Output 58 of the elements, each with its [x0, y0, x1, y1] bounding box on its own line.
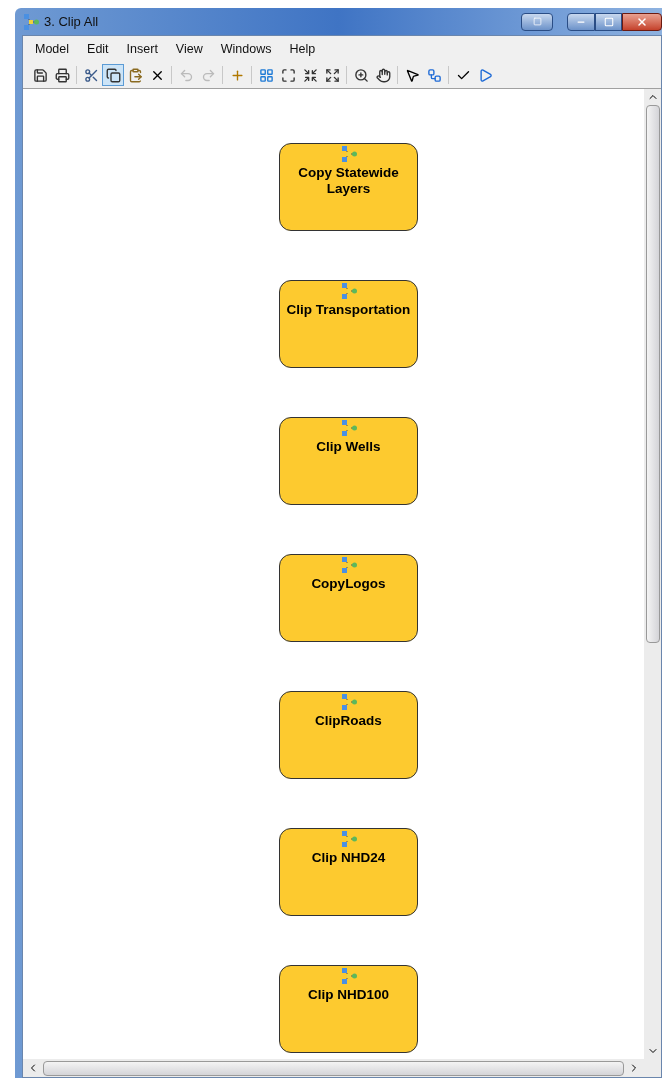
- pan-icon: [375, 67, 391, 83]
- minimize-button[interactable]: [567, 12, 595, 31]
- process-node[interactable]: Clip NHD24: [279, 828, 418, 916]
- add-data-icon: [229, 67, 245, 83]
- menu-item[interactable]: View: [175, 39, 203, 59]
- process-node[interactable]: ClipRoads: [279, 691, 418, 779]
- scroll-thumb[interactable]: [43, 1060, 624, 1076]
- node-label: Clip NHD24: [310, 850, 387, 866]
- window-button[interactable]: [521, 12, 553, 31]
- full-extent-icon: [280, 67, 296, 83]
- menu-item[interactable]: Insert: [126, 39, 158, 59]
- model-icon: [339, 967, 358, 985]
- printer-icon: [54, 67, 70, 83]
- shrink-icon: [302, 67, 318, 83]
- pointer-icon: [404, 67, 420, 83]
- node-label: Clip NHD100: [307, 987, 390, 1003]
- node-label: CopyLogos: [310, 576, 387, 592]
- node-label: ClipRoads: [314, 713, 383, 729]
- expand-icon: [324, 67, 340, 83]
- maximize-icon: [603, 16, 614, 27]
- save-icon: [32, 67, 48, 83]
- paste-icon: [127, 67, 143, 83]
- model-icon: [339, 693, 358, 711]
- menu-item[interactable]: Edit: [87, 39, 109, 59]
- node-label: Copy Statewide Layers: [297, 165, 400, 197]
- menu-item[interactable]: Windows: [220, 39, 272, 59]
- window-title: 3. Clip All: [44, 12, 99, 31]
- close-icon: [636, 15, 648, 28]
- process-node[interactable]: Copy Statewide Layers: [279, 143, 418, 231]
- close-button[interactable]: [622, 12, 662, 31]
- toolbar-button[interactable]: [102, 64, 124, 86]
- scissors-icon: [83, 67, 99, 83]
- model-icon: [339, 556, 358, 574]
- process-node[interactable]: Clip Wells: [279, 417, 418, 505]
- model-icon: [339, 830, 358, 848]
- redo-icon: [200, 67, 216, 83]
- node-label: Clip Wells: [315, 439, 382, 455]
- maximize-button[interactable]: [595, 12, 622, 31]
- menu-item[interactable]: Help: [289, 39, 316, 59]
- model-icon: [22, 12, 40, 31]
- grid-icon: [258, 67, 274, 83]
- window-icon: [532, 17, 542, 26]
- model-icon: [339, 145, 358, 163]
- process-node[interactable]: CopyLogos: [279, 554, 418, 642]
- process-node[interactable]: Clip NHD100: [279, 965, 418, 1053]
- menu-item[interactable]: Model: [35, 39, 70, 59]
- process-node[interactable]: Clip Transportation: [279, 280, 418, 368]
- zoom-in-icon: [353, 67, 369, 83]
- connect-icon: [426, 67, 442, 83]
- vertical-scrollbar[interactable]: [644, 89, 661, 1059]
- copy-icon: [105, 67, 121, 83]
- scroll-thumb[interactable]: [645, 105, 660, 643]
- horizontal-scrollbar[interactable]: [23, 1059, 661, 1077]
- model-icon: [339, 419, 358, 437]
- model-icon: [339, 282, 358, 300]
- node-label: Clip Transportation: [285, 302, 412, 318]
- undo-icon: [178, 67, 194, 83]
- run-icon: [477, 67, 493, 83]
